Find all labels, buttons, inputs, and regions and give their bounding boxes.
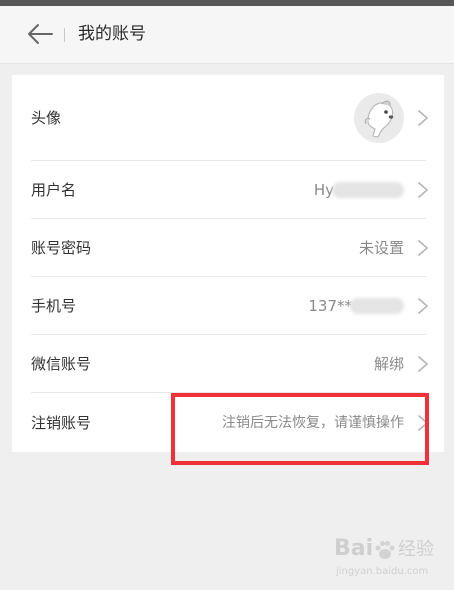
paw-icon	[375, 541, 395, 559]
avatar-dog-icon	[354, 93, 404, 143]
row-avatar[interactable]: 头像	[12, 75, 444, 161]
back-arrow-icon[interactable]	[26, 22, 54, 46]
chevron-right-icon	[418, 356, 428, 372]
header-divider	[64, 28, 65, 42]
row-label-password: 账号密码	[31, 239, 92, 257]
row-value-password: 未设置	[358, 239, 404, 257]
row-label-avatar: 头像	[31, 109, 62, 127]
account-settings-list: 头像 用户名 Hy 账号密码 未设置 手机号 137** 微信账号 解绑 注销账…	[12, 75, 444, 452]
row-password[interactable]: 账号密码 未设置	[12, 219, 444, 277]
row-label-wechat: 微信账号	[31, 355, 92, 373]
account-page: 我的账号 头像 用户名 Hy 账号密码 未设置 手机号 137** 微信账号 解…	[0, 0, 454, 590]
header-bar: 我的账号	[0, 6, 454, 64]
chevron-right-icon	[418, 182, 428, 198]
watermark-brand-left: Bai	[334, 536, 374, 561]
chevron-right-icon	[418, 415, 428, 431]
username-blurred-mask	[332, 182, 404, 198]
row-label-cancel-account: 注销账号	[31, 414, 92, 432]
row-value-phone: 137**	[308, 297, 352, 315]
row-wechat[interactable]: 微信账号 解绑	[12, 335, 444, 393]
page-title: 我的账号	[78, 24, 146, 44]
row-phone[interactable]: 手机号 137**	[12, 277, 444, 335]
chevron-right-icon	[418, 110, 428, 126]
row-label-username: 用户名	[31, 181, 77, 199]
row-value-wechat: 解绑	[373, 355, 404, 373]
avatar[interactable]	[354, 93, 404, 143]
watermark-brand-right: 经验	[398, 539, 434, 560]
baidu-jingyan-watermark: Bai 经验 jingyan.baidu.com	[334, 536, 446, 582]
phone-blurred-mask	[350, 298, 404, 314]
chevron-right-icon	[418, 240, 428, 256]
row-label-phone: 手机号	[31, 297, 77, 315]
chevron-right-icon	[418, 298, 428, 314]
row-value-cancel-account: 注销后无法恢复，请谨慎操作	[222, 415, 404, 431]
row-cancel-account[interactable]: 注销账号 注销后无法恢复，请谨慎操作	[12, 393, 444, 452]
row-value-username: Hy	[313, 181, 334, 199]
watermark-url: jingyan.baidu.com	[336, 566, 429, 577]
row-username[interactable]: 用户名 Hy	[12, 161, 444, 219]
